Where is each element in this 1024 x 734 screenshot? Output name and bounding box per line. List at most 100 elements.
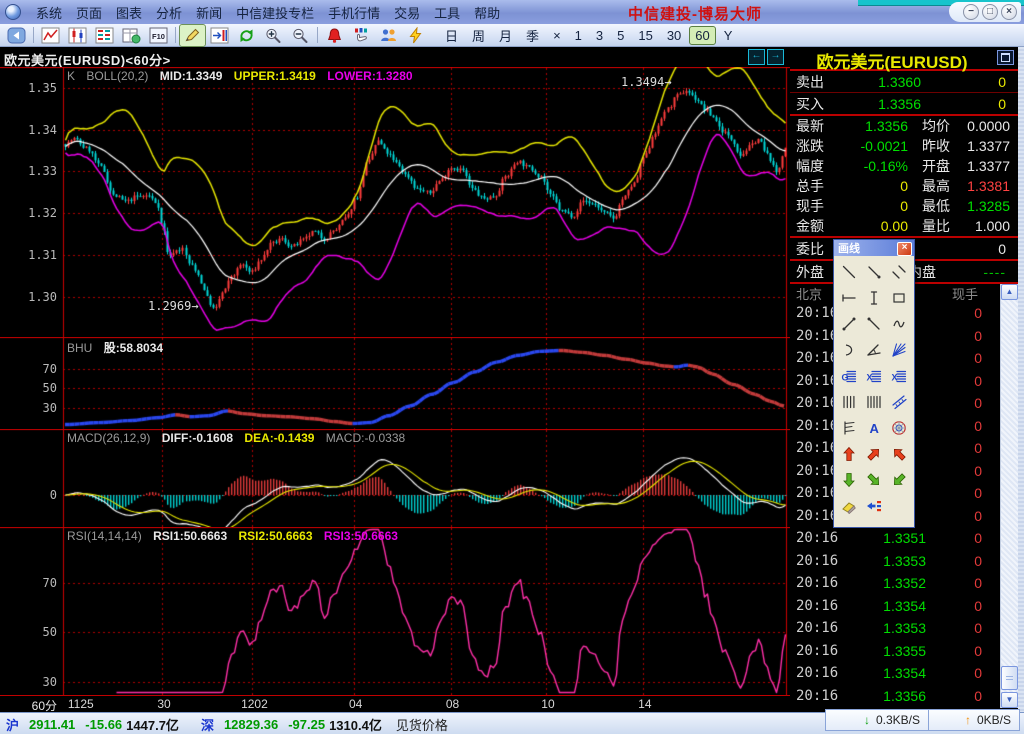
tape-row[interactable]: 20:161.33530	[790, 617, 1018, 640]
rsi-canvas[interactable]	[0, 527, 790, 695]
text-tool-tool[interactable]: A	[861, 415, 886, 441]
period-3-button[interactable]: 3	[590, 26, 609, 45]
panel-restore-icon[interactable]	[997, 50, 1014, 65]
tape-row[interactable]: 20:161.33560	[790, 685, 1018, 708]
period-15-button[interactable]: 15	[632, 26, 658, 45]
tape-scrollbar[interactable]: ▲ ▼	[1000, 284, 1018, 708]
menu-item-帮助[interactable]: 帮助	[474, 3, 500, 22]
buy-row[interactable]: 买入 1.3356 0	[790, 93, 1018, 114]
account-button[interactable]	[375, 24, 402, 47]
menu-item-中信建投专栏[interactable]: 中信建投专栏	[236, 3, 314, 22]
y-axis-tick: 50	[0, 381, 57, 395]
hand-trade-button[interactable]	[348, 24, 375, 47]
sell-row[interactable]: 卖出 1.3360 0	[790, 71, 1018, 92]
period-5-button[interactable]: 5	[611, 26, 630, 45]
segment-line-tool[interactable]	[836, 311, 861, 337]
period-月-button[interactable]: 月	[493, 24, 518, 47]
quick-trade-button[interactable]	[402, 24, 429, 47]
palette-title-bar[interactable]: 画线 ×	[834, 240, 914, 256]
palette-close-icon[interactable]: ×	[897, 242, 912, 256]
arrow-sw-green-tool[interactable]	[887, 467, 912, 493]
time-lines-5-tool[interactable]	[861, 389, 886, 415]
stat-value: 1.3377	[960, 138, 1010, 154]
period-60-button[interactable]: 60	[689, 26, 715, 45]
arrow-ne-red-tool[interactable]	[861, 441, 886, 467]
rectangle-tool[interactable]	[887, 285, 912, 311]
menu-item-系统[interactable]: 系统	[36, 3, 62, 22]
arrow-up-red-tool[interactable]	[836, 441, 861, 467]
period-30-button[interactable]: 30	[661, 26, 687, 45]
close-button[interactable]: ×	[1001, 4, 1017, 20]
tape-row[interactable]: 20:161.33540	[790, 595, 1018, 618]
page-right-icon[interactable]: →	[767, 49, 784, 65]
scroll-thumb[interactable]	[1001, 666, 1018, 690]
eraser-tool[interactable]	[836, 493, 861, 519]
boll-label: BOLL(20,2)	[86, 69, 148, 83]
macd-name: MACD(26,12,9)	[67, 431, 150, 445]
wave-line-tool[interactable]	[887, 311, 912, 337]
refresh-button[interactable]	[233, 24, 260, 47]
gann-fan-tool[interactable]	[887, 337, 912, 363]
arrow-down-green-tool[interactable]	[836, 467, 861, 493]
quote-board-button[interactable]	[91, 24, 118, 47]
scroll-down-icon[interactable]: ▼	[1001, 692, 1018, 708]
angle-fan-tool[interactable]	[861, 337, 886, 363]
scale-axis-button[interactable]	[206, 24, 233, 47]
arc-tool[interactable]	[836, 337, 861, 363]
ray-dot-tool[interactable]	[861, 311, 886, 337]
tape-row[interactable]: 20:161.33520	[790, 572, 1018, 595]
sz-index: 12829.36	[224, 717, 278, 732]
menu-item-新闻[interactable]: 新闻	[196, 3, 222, 22]
line-chart-button[interactable]	[37, 24, 64, 47]
tape-volume: 0	[926, 328, 982, 344]
restore-button[interactable]: □	[982, 4, 998, 20]
arrow-nw-red-tool[interactable]	[887, 441, 912, 467]
menu-item-图表[interactable]: 图表	[116, 3, 142, 22]
main-chart-canvas[interactable]	[0, 67, 790, 337]
zoom-out-button[interactable]	[287, 24, 314, 47]
tape-time: 20:16	[796, 665, 842, 681]
tape-row[interactable]: 20:161.33510	[790, 527, 1018, 550]
trend-line-tool[interactable]	[836, 259, 861, 285]
candle-chart-button[interactable]	[64, 24, 91, 47]
f10-button[interactable]: F10	[145, 24, 172, 47]
page-left-icon[interactable]: ←	[748, 49, 765, 65]
golden-section-tool[interactable]: G	[836, 363, 861, 389]
parallel-lines-tool[interactable]	[887, 259, 912, 285]
menu-item-交易[interactable]: 交易	[394, 3, 420, 22]
slant-channel-tool[interactable]	[887, 389, 912, 415]
period-×-button[interactable]: ×	[547, 26, 567, 45]
info-table-button[interactable]	[118, 24, 145, 47]
exit-draw-tool[interactable]	[861, 493, 886, 519]
menu-item-分析[interactable]: 分析	[156, 3, 182, 22]
zoom-in-button[interactable]	[260, 24, 287, 47]
minimize-button[interactable]: −	[963, 4, 979, 20]
stat-label: 总手	[796, 176, 836, 196]
price-alarm-button[interactable]	[321, 24, 348, 47]
period-1-button[interactable]: 1	[569, 26, 588, 45]
scroll-up-icon[interactable]: ▲	[1001, 284, 1018, 300]
app-icon[interactable]	[5, 4, 21, 20]
arrow-se-green-tool[interactable]	[861, 467, 886, 493]
menu-item-页面[interactable]: 页面	[76, 3, 102, 22]
back-button[interactable]	[3, 24, 30, 47]
fibonacci-lines-tool[interactable]: X	[887, 363, 912, 389]
period-Y-button[interactable]: Y	[718, 26, 739, 45]
draw-line-button[interactable]	[179, 24, 206, 47]
fibonacci-circle-tool[interactable]	[887, 415, 912, 441]
period-周-button[interactable]: 周	[466, 24, 491, 47]
time-lines-4-tool[interactable]	[836, 389, 861, 415]
percent-lines-tool[interactable]: X	[861, 363, 886, 389]
horizontal-line-tool[interactable]	[836, 285, 861, 311]
tape-row[interactable]: 20:161.33530	[790, 550, 1018, 573]
rsi-indicator-panel: RSI(14,14,14) RSI1:50.6663 RSI2:50.6663 …	[0, 527, 790, 695]
menu-item-工具[interactable]: 工具	[434, 3, 460, 22]
tape-row[interactable]: 20:161.33540	[790, 662, 1018, 685]
cycle-ruler-tool[interactable]	[836, 415, 861, 441]
menu-item-手机行情[interactable]: 手机行情	[328, 3, 380, 22]
period-季-button[interactable]: 季	[520, 24, 545, 47]
period-日-button[interactable]: 日	[439, 24, 464, 47]
ray-line-tool[interactable]	[861, 259, 886, 285]
vertical-line-tool[interactable]	[861, 285, 886, 311]
tape-row[interactable]: 20:161.33550	[790, 640, 1018, 663]
